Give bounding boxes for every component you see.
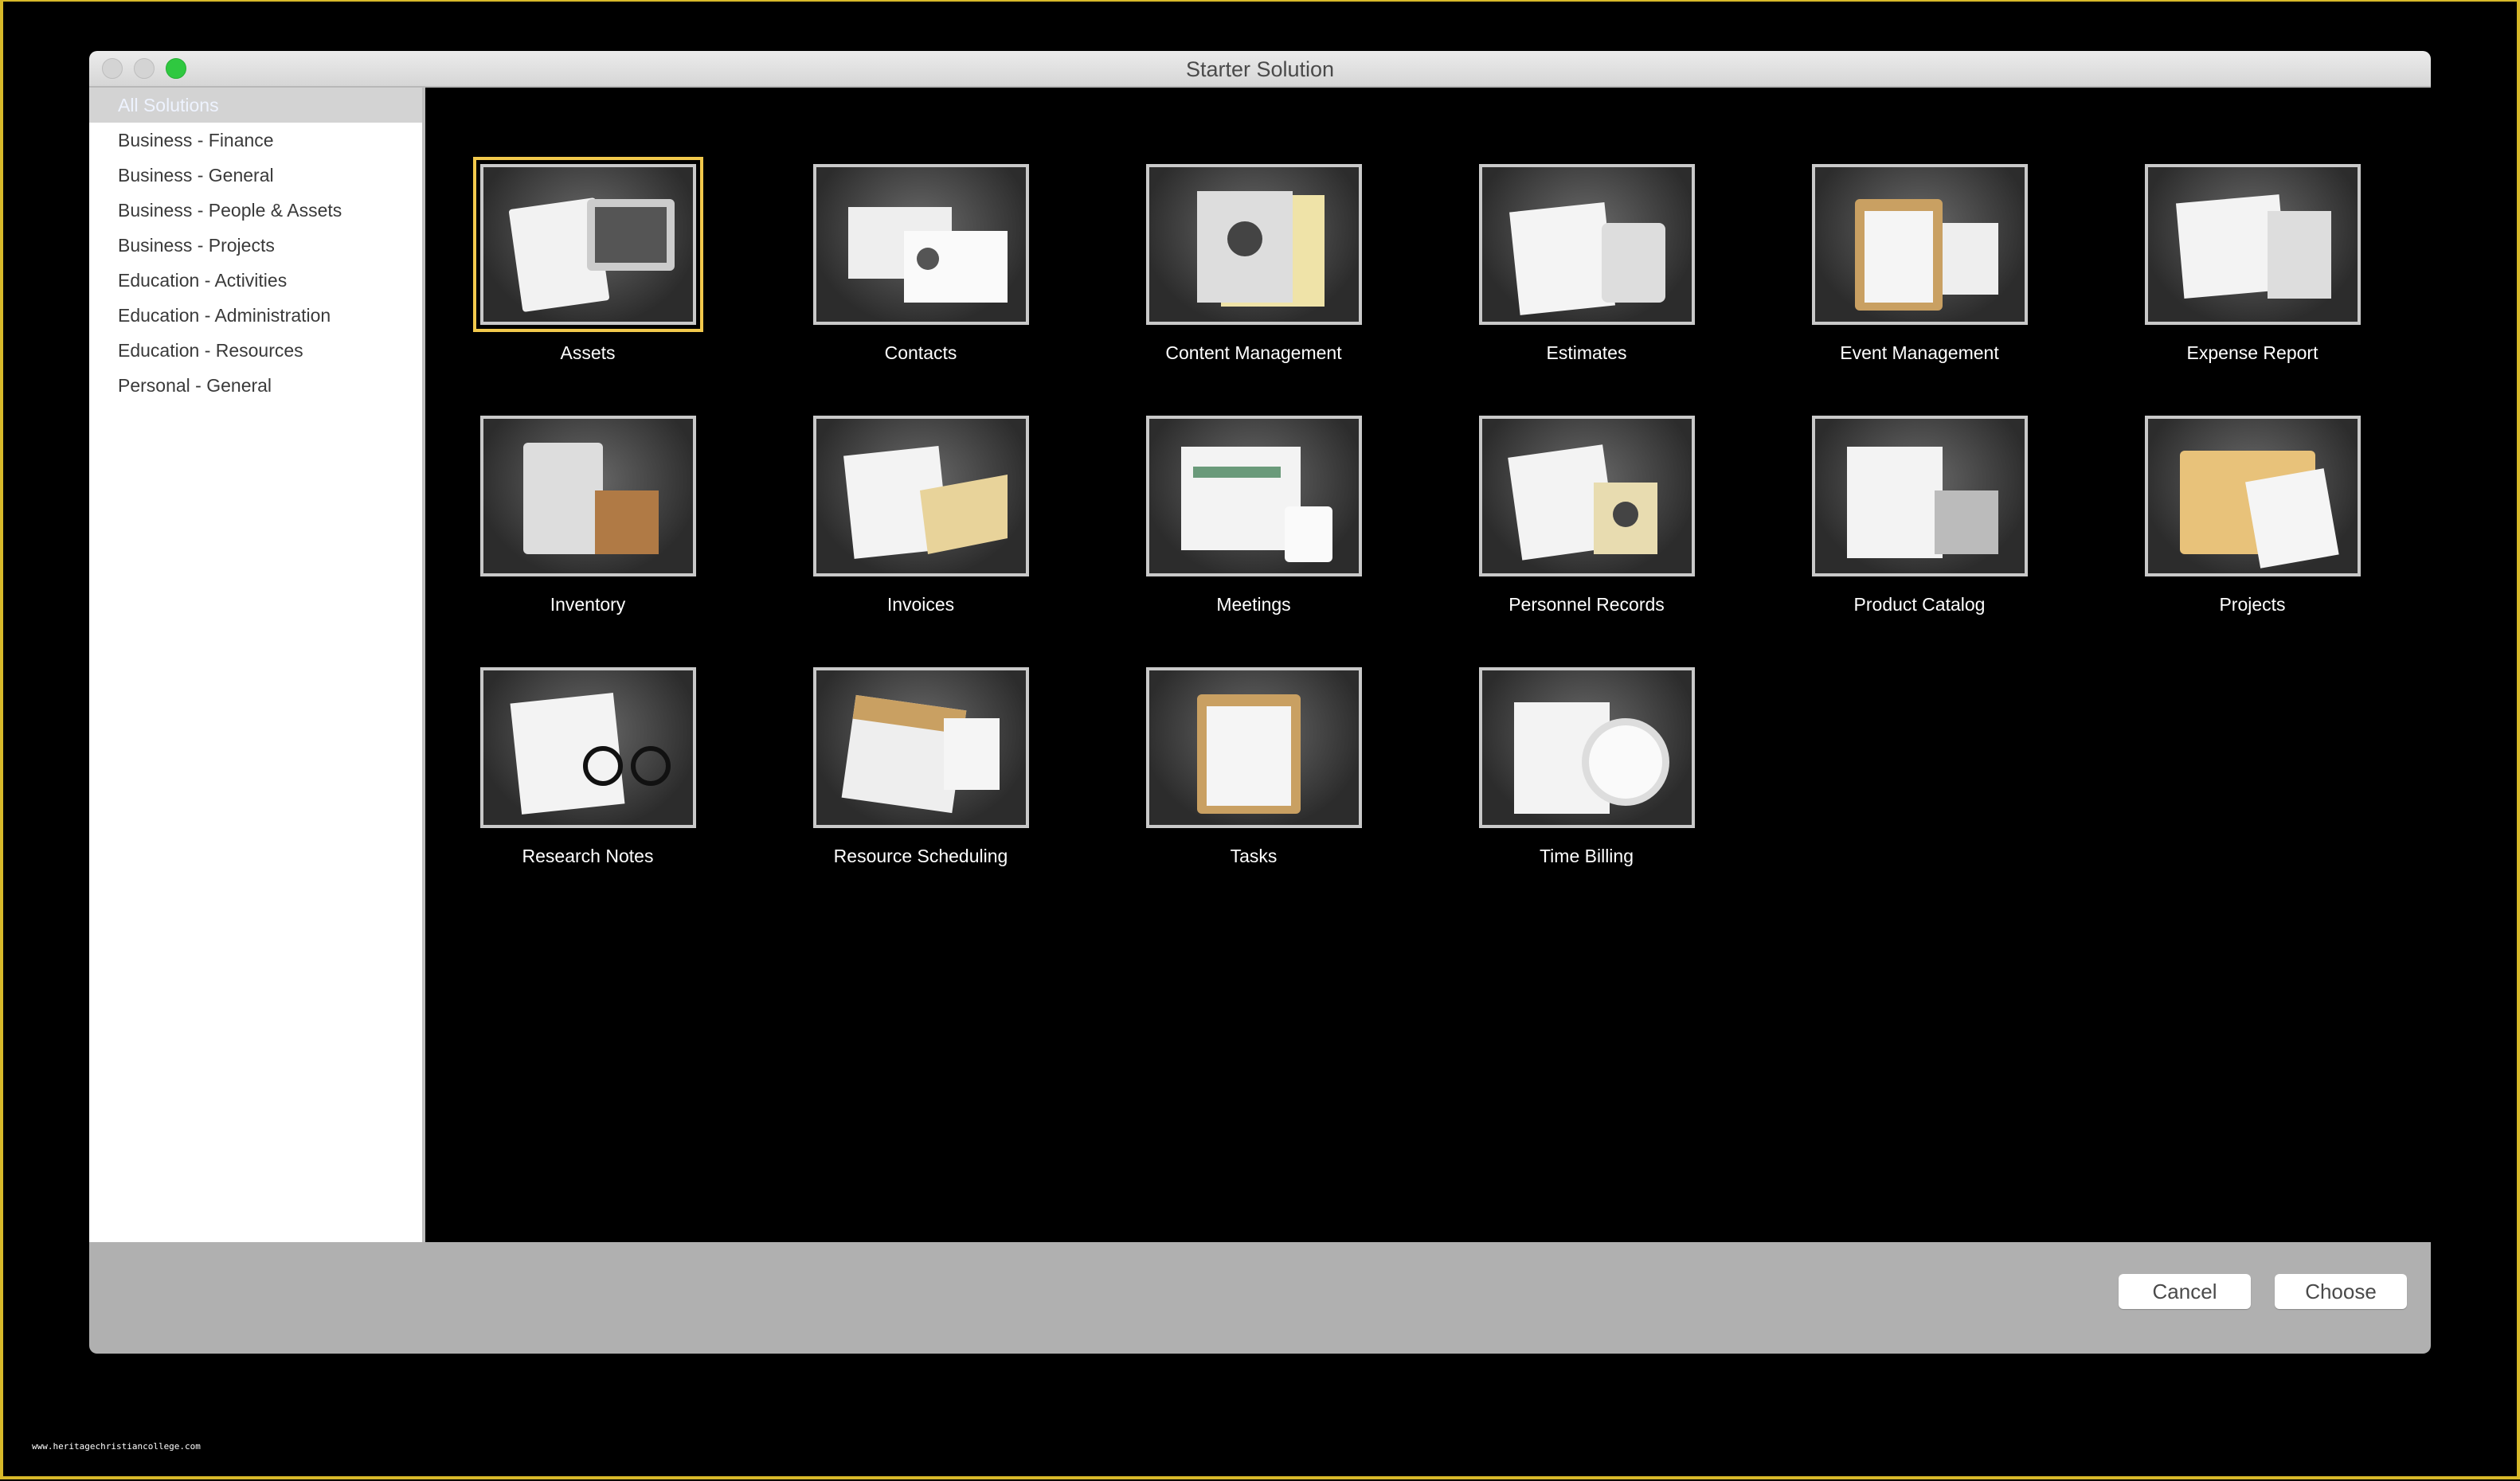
envelope-icon[interactable] (812, 416, 1029, 576)
solution-tile[interactable]: Projects (2137, 416, 2368, 615)
solution-label: Meetings (1216, 594, 1291, 615)
sidebar-item[interactable]: Business - People & Assets (89, 193, 422, 228)
sidebar-item[interactable]: Education - Resources (89, 333, 422, 368)
solution-tile[interactable]: Time Billing (1471, 667, 1702, 867)
solution-tile[interactable]: Estimates (1471, 164, 1702, 364)
id-badge-icon[interactable] (1478, 416, 1695, 576)
solution-label: Product Catalog (1853, 594, 1986, 615)
solution-tile[interactable]: Event Management (1804, 164, 2035, 364)
solution-label: Estimates (1546, 342, 1627, 363)
coffee-notebook-icon[interactable] (1145, 416, 1362, 576)
content-management-icon[interactable] (1145, 164, 1362, 325)
solution-tile[interactable]: Tasks (1138, 667, 1369, 867)
cancel-button[interactable]: Cancel (2119, 1274, 2251, 1309)
solution-tile[interactable]: Meetings (1138, 416, 1369, 615)
solution-tile[interactable]: Invoices (805, 416, 1036, 615)
starter-solution-dialog: Starter Solution All Solutions Business -… (89, 51, 2431, 1354)
solution-label: Inventory (550, 594, 626, 615)
assets-icon[interactable] (472, 157, 703, 332)
window-title: Starter Solution (1185, 57, 1335, 81)
solution-label: Expense Report (2186, 342, 2318, 363)
calendar-clipboard-icon[interactable] (1811, 164, 2028, 325)
solution-label: Research Notes (522, 846, 654, 866)
folder-icon[interactable] (2144, 416, 2361, 576)
solution-label: Assets (560, 342, 616, 363)
solution-tile[interactable]: Assets (472, 157, 703, 364)
solution-label: Invoices (886, 594, 955, 615)
calculator-icon[interactable] (1478, 164, 1695, 325)
clipboard-check-icon[interactable] (1145, 667, 1362, 828)
solution-tile[interactable]: Expense Report (2137, 164, 2368, 364)
dialog-footer: Cancel Choose (89, 1242, 2431, 1354)
solution-tile[interactable]: Personnel Records (1471, 416, 1702, 615)
sidebar-item[interactable]: Education - Administration (89, 298, 422, 333)
solution-label: Tasks (1230, 846, 1278, 866)
sidebar-item[interactable]: Education - Activities (89, 263, 422, 298)
solution-tile[interactable]: Research Notes (472, 667, 703, 867)
solution-tile[interactable]: Product Catalog (1804, 416, 2035, 615)
sidebar-item[interactable]: Business - General (89, 158, 422, 193)
sidebar-item[interactable]: Personal - General (89, 368, 422, 403)
category-sidebar: All Solutions Business - Finance Business … (89, 88, 425, 1242)
solution-label: Time Billing (1539, 846, 1634, 866)
sidebar-item[interactable]: All Solutions (89, 88, 422, 123)
sidebar-item[interactable]: Business - Projects (89, 228, 422, 263)
solution-label: Resource Scheduling (833, 846, 1008, 866)
solution-label: Projects (2219, 594, 2286, 615)
choose-button[interactable]: Choose (2275, 1274, 2407, 1309)
title-bar: Starter Solution (89, 51, 2431, 88)
solution-tile[interactable]: Content Management (1138, 164, 1369, 364)
receipt-icon[interactable] (2144, 164, 2361, 325)
solution-label: Contacts (884, 342, 957, 363)
solution-label: Personnel Records (1508, 594, 1665, 615)
contacts-icon[interactable] (812, 164, 1029, 325)
glasses-notes-icon[interactable] (479, 667, 696, 828)
sidebar-item[interactable]: Business - Finance (89, 123, 422, 158)
solution-label: Content Management (1165, 342, 1342, 363)
boxes-icon[interactable] (479, 416, 696, 576)
solution-tile[interactable]: Contacts (805, 164, 1036, 364)
solution-tile[interactable]: Inventory (472, 416, 703, 615)
schedule-icon[interactable] (812, 667, 1029, 828)
catalog-icon[interactable] (1811, 416, 2028, 576)
solutions-grid: Assets Contacts Content Management Estimate… (425, 88, 2431, 1242)
solution-label: Event Management (1840, 342, 1999, 363)
watermark: www.heritagechristiancollege.com (32, 1441, 201, 1452)
clock-icon[interactable] (1478, 667, 1695, 828)
solution-tile[interactable]: Resource Scheduling (805, 667, 1036, 867)
